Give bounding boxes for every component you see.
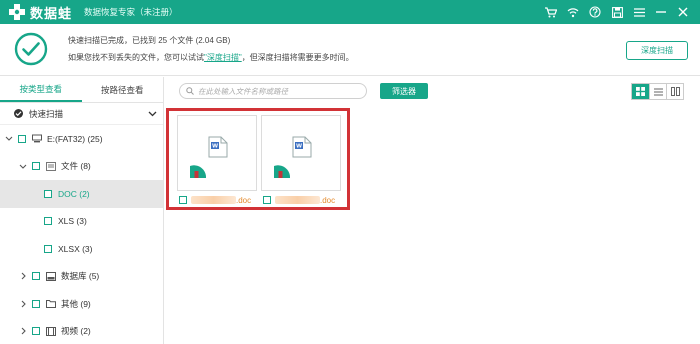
file-card[interactable]: W .doc bbox=[261, 115, 341, 207]
checkbox[interactable] bbox=[32, 299, 40, 308]
filter-button[interactable]: 筛选器 bbox=[380, 83, 428, 99]
scan-mode-label: 快速扫描 bbox=[29, 108, 64, 119]
folder-icon bbox=[46, 299, 56, 309]
view-tabs: 按类型查看 按路径查看 bbox=[0, 77, 163, 103]
list-view-icon[interactable] bbox=[649, 84, 666, 99]
app-logo: 数据蛙 bbox=[8, 3, 72, 22]
recovery-badge-icon bbox=[274, 165, 291, 178]
save-icon[interactable] bbox=[606, 0, 628, 24]
tree-item-drive[interactable]: E:(FAT32) (25) bbox=[0, 125, 163, 153]
help-icon[interactable] bbox=[584, 0, 606, 24]
grid-view-icon[interactable] bbox=[632, 84, 649, 99]
word-document-icon: W bbox=[208, 136, 228, 158]
tree-item-other[interactable]: 其他 (9) bbox=[0, 290, 163, 318]
chevron-down-icon[interactable] bbox=[148, 109, 157, 119]
deep-scan-hint: 如果您找不到丢失的文件，您可以试试"深度扫描"，但深度扫描将需要更多时间。 bbox=[68, 52, 354, 63]
window-controls bbox=[540, 0, 694, 24]
file-extension: .doc bbox=[236, 195, 252, 205]
toolbar: 在此处输入文件名称或路径 筛选器 bbox=[165, 77, 700, 105]
tab-by-path[interactable]: 按路径查看 bbox=[82, 77, 164, 102]
checkbox[interactable] bbox=[44, 244, 52, 253]
svg-text:W: W bbox=[296, 144, 302, 150]
wifi-icon[interactable] bbox=[562, 0, 584, 24]
blurred-filename bbox=[275, 196, 320, 204]
checkbox[interactable] bbox=[44, 217, 52, 226]
tree-item-xlsx[interactable]: XLSX (3) bbox=[0, 235, 163, 263]
blurred-filename bbox=[191, 196, 236, 204]
deep-scan-button[interactable]: 深度扫描 bbox=[626, 41, 688, 60]
chevron-right-icon[interactable] bbox=[18, 327, 28, 335]
tree-item-label: 数据库 (5) bbox=[61, 271, 100, 282]
scan-complete-icon bbox=[14, 32, 48, 66]
video-icon bbox=[46, 326, 56, 336]
tree-item-label: 其他 (9) bbox=[61, 298, 91, 309]
chevron-right-icon[interactable] bbox=[18, 272, 28, 280]
checkbox[interactable] bbox=[179, 196, 187, 204]
file-grid: W .doc W .doc bbox=[165, 105, 700, 344]
menu-icon[interactable] bbox=[628, 0, 650, 24]
checkbox[interactable] bbox=[44, 189, 52, 198]
hint-suffix: ，但深度扫描将需要更多时间。 bbox=[241, 53, 354, 62]
checkbox[interactable] bbox=[18, 134, 26, 143]
file-name: .doc bbox=[261, 194, 341, 206]
search-icon bbox=[186, 87, 194, 95]
view-switcher bbox=[631, 83, 684, 100]
brand-name: 数据蛙 bbox=[30, 5, 73, 21]
tree-item-database[interactable]: 数据库 (5) bbox=[0, 263, 163, 291]
sidebar: 按类型查看 按路径查看 快速扫描 E:(FAT32) (25) 文件 (8) D… bbox=[0, 77, 164, 344]
file-name: .doc bbox=[177, 194, 257, 206]
close-icon[interactable] bbox=[672, 0, 694, 24]
detail-view-icon[interactable] bbox=[666, 84, 683, 99]
tree-item-label: XLSX (3) bbox=[58, 243, 93, 254]
search-placeholder: 在此处输入文件名称或路径 bbox=[198, 86, 288, 96]
drive-icon bbox=[32, 134, 42, 143]
scan-mode-selector[interactable]: 快速扫描 bbox=[0, 103, 163, 125]
database-icon bbox=[46, 271, 56, 281]
chevron-down-icon[interactable] bbox=[18, 164, 28, 169]
file-card[interactable]: W .doc bbox=[177, 115, 257, 207]
logo-icon bbox=[8, 3, 26, 21]
tree-item-doc[interactable]: DOC (2) bbox=[0, 180, 163, 208]
hint-prefix: 如果您找不到丢失的文件，您可以试试 bbox=[68, 53, 204, 62]
file-extension: .doc bbox=[320, 195, 336, 205]
check-icon bbox=[14, 109, 23, 118]
minimize-icon[interactable] bbox=[650, 0, 672, 24]
cart-icon[interactable] bbox=[540, 0, 562, 24]
chevron-right-icon[interactable] bbox=[18, 300, 28, 308]
document-icon bbox=[46, 161, 56, 171]
svg-text:W: W bbox=[212, 144, 218, 150]
tree-item-video[interactable]: 视频 (2) bbox=[0, 318, 163, 344]
word-document-icon: W bbox=[292, 136, 312, 158]
tree-item-label: 文件 (8) bbox=[61, 161, 91, 172]
tab-by-type[interactable]: 按类型查看 bbox=[0, 77, 82, 102]
checkbox[interactable] bbox=[32, 162, 40, 171]
search-input[interactable]: 在此处输入文件名称或路径 bbox=[179, 83, 367, 99]
app-subtitle: 数据恢复专家（未注册） bbox=[84, 7, 178, 17]
file-thumbnail[interactable]: W bbox=[177, 115, 257, 191]
scan-result-bar: 快速扫描已完成，已找到 25 个文件 (2.04 GB) 如果您找不到丢失的文件… bbox=[0, 24, 700, 76]
scan-summary-text: 快速扫描已完成，已找到 25 个文件 (2.04 GB) bbox=[68, 36, 231, 45]
checkbox[interactable] bbox=[263, 196, 271, 204]
checkbox[interactable] bbox=[32, 272, 40, 281]
checkbox[interactable] bbox=[32, 327, 40, 336]
tree-item-label: 视频 (2) bbox=[61, 326, 91, 337]
file-thumbnail[interactable]: W bbox=[261, 115, 341, 191]
tree-item-label: E:(FAT32) (25) bbox=[47, 133, 103, 144]
title-bar: 数据蛙 数据恢复专家（未注册） bbox=[0, 0, 700, 24]
chevron-down-icon[interactable] bbox=[4, 136, 14, 142]
tree-item-xls[interactable]: XLS (3) bbox=[0, 208, 163, 236]
tree-item-documents[interactable]: 文件 (8) bbox=[0, 153, 163, 181]
tree-item-label: DOC (2) bbox=[58, 188, 90, 199]
recovery-badge-icon bbox=[190, 165, 207, 178]
tree-item-label: XLS (3) bbox=[58, 216, 87, 227]
deep-scan-link[interactable]: "深度扫描" bbox=[204, 53, 242, 62]
